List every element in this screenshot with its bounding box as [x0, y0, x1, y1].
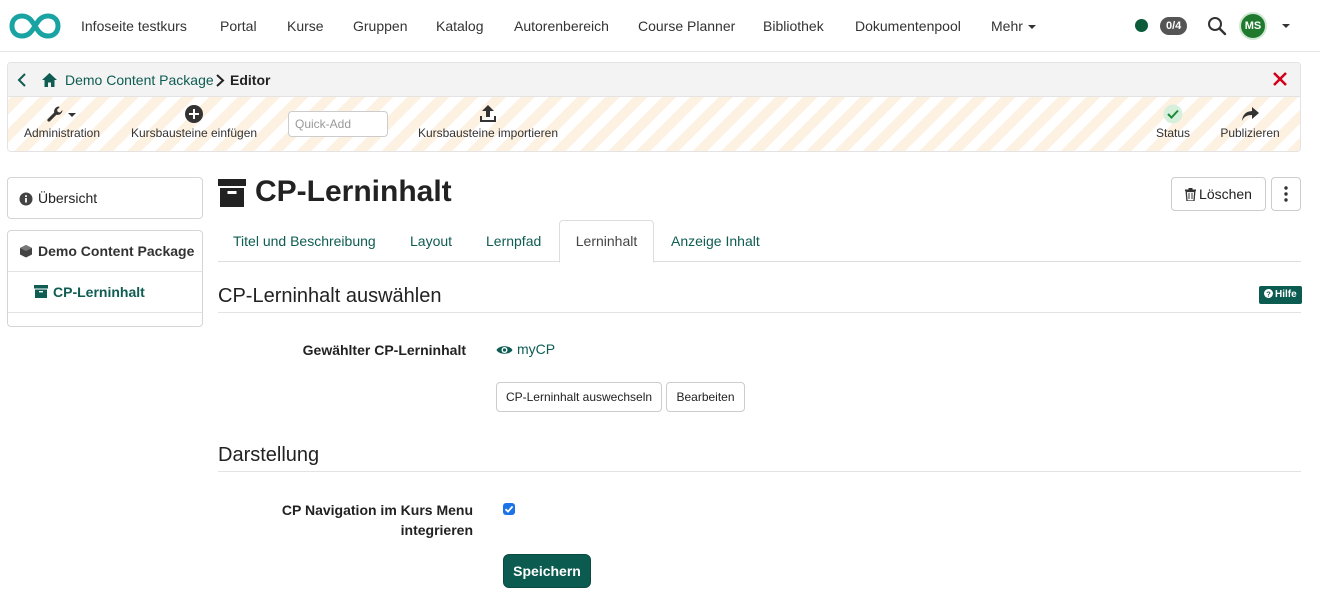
- nav-item-infoseite[interactable]: Infoseite testkurs: [81, 0, 187, 52]
- back-arrow-icon[interactable]: [16, 73, 28, 87]
- more-options-button[interactable]: [1271, 177, 1301, 211]
- home-icon: [42, 73, 57, 87]
- divider: [218, 471, 1301, 472]
- chevron-down-icon[interactable]: [1282, 24, 1290, 28]
- nav-item-mehr-label: Mehr: [991, 18, 1023, 34]
- wrench-icon: [47, 106, 76, 122]
- cube-icon: [20, 245, 32, 258]
- close-icon[interactable]: [1272, 71, 1288, 87]
- svg-text:?: ?: [1266, 289, 1271, 298]
- cp-navigation-label: CP Navigation im Kurs Menu integrieren: [250, 500, 473, 540]
- cp-navigation-label-line2: integrieren: [400, 522, 473, 538]
- publish-button[interactable]: Publizieren: [1215, 97, 1285, 151]
- chevron-down-icon: [1027, 25, 1036, 30]
- help-button[interactable]: ? Hilfe: [1259, 286, 1302, 304]
- nav-item-gruppen[interactable]: Gruppen: [353, 0, 407, 52]
- cp-navigation-checkbox[interactable]: [503, 503, 515, 515]
- selected-cp-link[interactable]: myCP: [517, 341, 555, 357]
- section-title-select-cp: CP-Lerninhalt auswählen: [218, 285, 442, 307]
- course-tree-node-cp[interactable]: CP-Lerninhalt: [8, 272, 202, 313]
- trash-icon: [1185, 188, 1197, 201]
- replace-cp-button[interactable]: CP-Lerninhalt auswechseln: [496, 382, 662, 412]
- notification-badge[interactable]: 0/4: [1160, 17, 1188, 35]
- tab-layout[interactable]: Layout: [410, 220, 452, 262]
- online-status-icon[interactable]: [1135, 19, 1148, 32]
- archive-icon: [34, 285, 48, 298]
- delete-button[interactable]: Löschen: [1171, 177, 1266, 211]
- administration-label: Administration: [23, 126, 101, 140]
- nav-item-portal[interactable]: Portal: [220, 0, 257, 52]
- chevron-right-icon: [216, 74, 225, 87]
- tab-bar: Titel und Beschreibung Layout Lernpfad L…: [218, 220, 1301, 263]
- import-course-elements-label: Kursbausteine importieren: [417, 126, 559, 140]
- publish-label: Publizieren: [1220, 126, 1280, 140]
- nav-item-mehr[interactable]: Mehr: [991, 0, 1036, 52]
- tab-title-description[interactable]: Titel und Beschreibung: [233, 220, 376, 262]
- edit-cp-button[interactable]: Bearbeiten: [666, 382, 745, 412]
- breadcrumb: Demo Content Package Editor: [8, 63, 1300, 97]
- delete-button-label: Löschen: [1199, 186, 1252, 202]
- quick-add-input[interactable]: [288, 111, 388, 137]
- insert-course-element-label: Kursbausteine einfügen: [130, 126, 258, 140]
- save-button[interactable]: Speichern: [503, 554, 591, 588]
- help-label: Hilfe: [1275, 289, 1297, 300]
- tab-learning-content[interactable]: Lerninhalt: [559, 220, 654, 263]
- administration-button[interactable]: Administration: [16, 97, 108, 151]
- sidebar-overview[interactable]: Übersicht: [7, 177, 203, 219]
- tab-learning-path[interactable]: Lernpfad: [486, 220, 541, 262]
- editor-toolbar: Demo Content Package Editor Administrati…: [7, 62, 1301, 152]
- import-course-elements-button[interactable]: Kursbausteine importieren: [413, 97, 563, 151]
- sidebar-overview-label: Übersicht: [38, 190, 98, 206]
- nav-item-bibliothek[interactable]: Bibliothek: [763, 0, 824, 52]
- nav-item-dokumentenpool[interactable]: Dokumentenpool: [855, 0, 961, 52]
- course-tree: Demo Content Package CP-Lerninhalt: [7, 230, 203, 327]
- info-circle-icon: [19, 192, 33, 206]
- search-icon[interactable]: [1207, 16, 1227, 36]
- share-arrow-icon: [1242, 107, 1259, 121]
- page-title: CP-Lerninhalt: [255, 175, 452, 208]
- selected-cp-label: Gewählter CP-Lerninhalt: [302, 342, 466, 358]
- status-label: Status: [1155, 126, 1191, 140]
- upload-icon: [480, 105, 496, 122]
- archive-icon: [218, 179, 246, 207]
- cp-navigation-label-line1: CP Navigation im Kurs Menu: [281, 502, 473, 518]
- course-tree-root[interactable]: Demo Content Package: [8, 231, 202, 272]
- check-icon: [1163, 104, 1183, 124]
- action-bar: Administration Kursbausteine einfügen Ku…: [8, 97, 1300, 151]
- course-tree-node-label: CP-Lerninhalt: [53, 284, 145, 300]
- status-button[interactable]: Status: [1148, 97, 1198, 151]
- top-navigation: Infoseite testkurs Portal Kurse Gruppen …: [0, 0, 1320, 52]
- eye-icon: [496, 346, 513, 354]
- section-title-display: Darstellung: [218, 444, 320, 466]
- nav-item-kurse[interactable]: Kurse: [287, 0, 324, 52]
- question-circle-icon: ?: [1264, 289, 1273, 298]
- nav-item-course-planner[interactable]: Course Planner: [638, 0, 735, 52]
- divider: [218, 312, 1301, 313]
- plus-circle-icon: [185, 105, 203, 123]
- tab-display-content[interactable]: Anzeige Inhalt: [671, 220, 760, 262]
- nav-item-katalog[interactable]: Katalog: [436, 0, 483, 52]
- breadcrumb-course-link[interactable]: Demo Content Package: [65, 72, 214, 88]
- logo-icon[interactable]: [9, 12, 61, 40]
- nav-item-autorenbereich[interactable]: Autorenbereich: [514, 0, 609, 52]
- more-vertical-icon: [1284, 186, 1288, 202]
- course-tree-root-label: Demo Content Package: [38, 243, 195, 259]
- check-icon: [504, 505, 514, 513]
- insert-course-element-button[interactable]: Kursbausteine einfügen: [128, 97, 260, 151]
- breadcrumb-current: Editor: [230, 72, 271, 88]
- avatar[interactable]: MS: [1239, 12, 1267, 40]
